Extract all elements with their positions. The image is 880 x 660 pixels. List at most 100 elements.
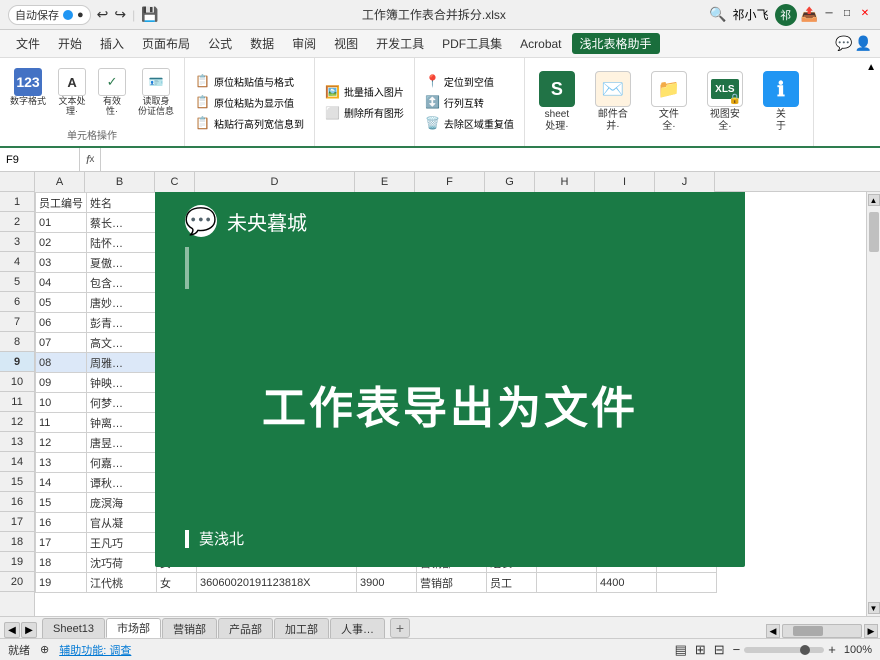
btn-sheet[interactable]: S sheet处理· xyxy=(531,64,583,140)
title-bar-left: 自动保存 ● ↩ ↪ | 💾 xyxy=(8,5,159,25)
sheet-tab-scroll-right[interactable]: ▶ xyxy=(21,622,37,638)
grid-content[interactable]: 员工编号姓名 01蔡长… 02陆怀… 03夏傲… 04包含… 05唐妙… 06彭… xyxy=(35,192,880,616)
btn-paste-disp[interactable]: 📋 原位粘贴为显示值 xyxy=(191,93,308,112)
vertical-scrollbar[interactable]: ▲ ▼ xyxy=(866,192,880,616)
swap-icon: ↕️ xyxy=(425,95,440,109)
accessibility-label[interactable]: 辅助功能: 调查 xyxy=(59,642,131,658)
layout-preview-icon[interactable]: ⊟ xyxy=(714,642,725,658)
save-icon[interactable]: 💾 xyxy=(141,6,158,23)
menu-dev[interactable]: 开发工具 xyxy=(368,32,432,55)
paste-disp-icon: 📋 xyxy=(195,95,210,109)
popup-vertical-bar xyxy=(185,247,189,289)
row-header-14: 14 xyxy=(0,452,34,472)
col-header-E[interactable]: E xyxy=(355,172,415,192)
menu-file[interactable]: 文件 xyxy=(8,32,48,55)
menu-data[interactable]: 数据 xyxy=(242,32,282,55)
sheet-tab-sheet13[interactable]: Sheet13 xyxy=(42,618,105,638)
macro-icon[interactable]: ⊕ xyxy=(40,643,49,656)
cell-1-a[interactable]: 员工编号 xyxy=(36,193,87,213)
sheet-tab-add[interactable]: + xyxy=(390,618,410,638)
textproc-label: 文本处理· xyxy=(59,97,86,117)
btn-about[interactable]: ℹ 关于 xyxy=(755,64,807,140)
paste-row-label: 粘贴行高列宽信息到 xyxy=(214,116,304,131)
btn-locate-empty[interactable]: 📍 定位到空值 xyxy=(421,72,518,91)
insert-img-icon: 🖼️ xyxy=(325,85,340,99)
sheet-tab-scroll-left[interactable]: ◀ xyxy=(4,622,20,638)
maximize-button[interactable]: □ xyxy=(840,6,854,20)
col-header-F[interactable]: F xyxy=(415,172,485,192)
scroll-thumb[interactable] xyxy=(869,212,879,252)
btn-paste-fmt[interactable]: 📋 原位粘贴值与格式 xyxy=(191,72,308,91)
col-header-A[interactable]: A xyxy=(35,172,85,192)
menu-formula[interactable]: 公式 xyxy=(200,32,240,55)
col-header-H[interactable]: H xyxy=(535,172,595,192)
column-headers: A B C D E F G H I J xyxy=(0,172,880,192)
btn-numformat[interactable]: 123 数字格式 xyxy=(6,66,50,109)
share2-icon[interactable]: 👤 xyxy=(855,35,872,52)
ribbon-collapse[interactable]: ▲ xyxy=(862,58,880,146)
sheet-tab-product[interactable]: 产品部 xyxy=(218,618,273,638)
col-header-C[interactable]: C xyxy=(155,172,195,192)
menu-insert[interactable]: 插入 xyxy=(92,32,132,55)
col-header-I[interactable]: I xyxy=(595,172,655,192)
share-icon[interactable]: 📤 xyxy=(801,6,818,23)
sheet-tab-market[interactable]: 市场部 xyxy=(106,618,161,638)
ribbon-group-main-btns: S sheet处理· ✉️ 邮件合并· 📁 文件全· XLS 🔒 视图安全· xyxy=(525,58,814,146)
zoom-thumb[interactable] xyxy=(800,645,810,655)
btn-idinfo[interactable]: 🪪 读取身份证信息 xyxy=(134,66,178,119)
username: 祁小飞 xyxy=(733,6,769,23)
del-shapes-icon: ⬜ xyxy=(325,106,340,120)
btn-remove-dup[interactable]: 🗑️ 去除区域重复值 xyxy=(421,114,518,133)
formula-input[interactable] xyxy=(101,154,880,166)
hscroll-right[interactable]: ▶ xyxy=(864,624,878,638)
sheet-tab-process[interactable]: 加工部 xyxy=(274,618,329,638)
col-header-G[interactable]: G xyxy=(485,172,535,192)
redo-icon[interactable]: ↪ xyxy=(114,6,126,23)
scroll-up-btn[interactable]: ▲ xyxy=(868,194,880,206)
sheet-tab-hr[interactable]: 人事… xyxy=(330,618,385,638)
btn-insert-img[interactable]: 🖼️ 批量插入图片 xyxy=(321,82,408,101)
autosave-toggle[interactable]: 自动保存 ● xyxy=(8,5,91,25)
hscroll-left[interactable]: ◀ xyxy=(766,624,780,638)
menu-acrobat[interactable]: Acrobat xyxy=(512,34,569,54)
btn-mailmerge[interactable]: ✉️ 邮件合并· xyxy=(587,64,639,140)
col-header-D[interactable]: D xyxy=(195,172,355,192)
col-header-J[interactable]: J xyxy=(655,172,715,192)
menu-home[interactable]: 开始 xyxy=(50,32,90,55)
zoom-out-icon[interactable]: − xyxy=(733,642,741,657)
name-box[interactable] xyxy=(0,148,80,171)
col-header-B[interactable]: B xyxy=(85,172,155,192)
btn-vizsec[interactable]: XLS 🔒 视图安全· xyxy=(699,64,751,140)
btn-row-col-swap[interactable]: ↕️ 行列互转 xyxy=(421,93,518,112)
btn-validate[interactable]: ✓ 有效性· xyxy=(94,66,130,119)
menu-pdf[interactable]: PDF工具集 xyxy=(434,32,510,55)
paste-disp-label: 原位粘贴为显示值 xyxy=(214,95,294,110)
minimize-button[interactable]: ─ xyxy=(822,6,836,20)
row-header-3: 3 xyxy=(0,232,34,252)
paste-fmt-label: 原位粘贴值与格式 xyxy=(214,74,294,89)
mailmerge-icon: ✉️ xyxy=(602,79,624,100)
undo-icon[interactable]: ↩ xyxy=(97,6,109,23)
menu-qianbei[interactable]: 浅北表格助手 xyxy=(572,33,660,54)
btn-textproc[interactable]: A 文本处理· xyxy=(54,66,90,119)
menu-view[interactable]: 视图 xyxy=(326,32,366,55)
comment-icon[interactable]: 💬 xyxy=(835,35,852,52)
menu-review[interactable]: 审阅 xyxy=(284,32,324,55)
close-button[interactable]: ✕ xyxy=(858,6,872,20)
menu-layout[interactable]: 页面布局 xyxy=(134,32,198,55)
search-icon[interactable]: 🔍 xyxy=(709,6,726,23)
zoom-slider[interactable] xyxy=(744,647,824,653)
zoom-percent[interactable]: 100% xyxy=(844,644,872,656)
btn-file[interactable]: 📁 文件全· xyxy=(643,64,695,140)
btn-del-shapes[interactable]: ⬜ 删除所有图形 xyxy=(321,103,408,122)
scroll-down-btn[interactable]: ▼ xyxy=(868,602,880,614)
layout-normal-icon[interactable]: ▤ xyxy=(675,642,687,658)
cell-1-b[interactable]: 姓名 xyxy=(87,193,157,213)
btn-paste-row[interactable]: 📋 粘贴行高列宽信息到 xyxy=(191,114,308,133)
zoom-in-icon[interactable]: + xyxy=(828,642,836,657)
hscroll-bar[interactable] xyxy=(782,624,862,638)
about-icon: ℹ xyxy=(777,77,785,102)
layout-page-icon[interactable]: ⊞ xyxy=(695,642,706,658)
sheet-tab-sales[interactable]: 营销部 xyxy=(162,618,217,638)
popup-divider-h xyxy=(185,247,715,289)
